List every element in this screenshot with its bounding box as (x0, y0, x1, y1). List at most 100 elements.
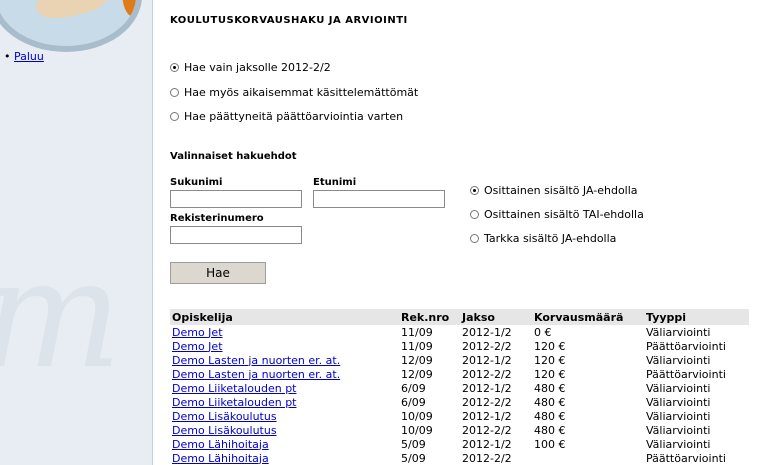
sidebar: m • Paluu (0, 0, 153, 465)
student-cell: Demo Jet (170, 325, 399, 339)
student-link[interactable]: Demo Lisäkoulutus (172, 424, 277, 437)
table-cell: 2012-1/2 (462, 325, 512, 339)
table-cell: 120 € (534, 339, 566, 353)
table-cell: Päättöarviointi (646, 451, 726, 465)
back-nav: • Paluu (4, 50, 44, 63)
table-cell: 2012-1/2 (462, 353, 512, 367)
student-link[interactable]: Demo Liiketalouden pt (172, 396, 297, 409)
student-link[interactable]: Demo Lisäkoulutus (172, 410, 277, 423)
table-row: Demo Lasten ja nuorten er. at. 12/09 2012-… (170, 367, 749, 381)
student-cell: Demo Jet (170, 339, 399, 353)
table-row: Demo Jet 11/09 2012-2/2 120 € Päättöarvioint… (170, 339, 749, 353)
table-cell: 480 € (534, 381, 566, 395)
table-cell: 0 € (534, 325, 552, 339)
bullet-icon: • (4, 50, 11, 63)
student-cell: Demo Lähihoitaja (170, 437, 399, 451)
logo-accent (122, 0, 136, 16)
table-row: Demo Liiketalouden pt 6/09 2012-1/2 480 € Vä… (170, 381, 749, 395)
table-cell: Väliarviointi (646, 353, 711, 367)
student-cell: Demo Lisäkoulutus (170, 409, 399, 423)
table-cell: Päättöarviointi (646, 339, 726, 353)
table-cell: 12/09 (401, 367, 433, 381)
table-cell: 11/09 (401, 339, 433, 353)
student-link[interactable]: Demo Liiketalouden pt (172, 382, 297, 395)
table-cell: 120 € (534, 353, 566, 367)
table-cell: 2012-2/2 (462, 451, 512, 465)
table-cell: 2012-2/2 (462, 367, 512, 381)
table-row: Demo Jet 11/09 2012-1/2 0 € Väliarviointi (170, 325, 749, 339)
match-option-2[interactable]: Osittainen sisältö TAI-ehdolla (470, 208, 644, 221)
search-mode-option-2[interactable]: Hae myös aikaisemmat käsittelemättömät (170, 86, 418, 99)
table-cell: 11/09 (401, 325, 433, 339)
radio-icon[interactable] (170, 63, 179, 72)
table-cell: 10/09 (401, 409, 433, 423)
filters-heading: Valinnaiset hakuehdot (170, 151, 297, 162)
table-cell: 2012-2/2 (462, 423, 512, 437)
search-mode-option-1[interactable]: Hae vain jaksolle 2012-2/2 (170, 61, 331, 74)
table-cell: Väliarviointi (646, 395, 711, 409)
student-link[interactable]: Demo Jet (172, 326, 223, 339)
student-cell: Demo Lisäkoulutus (170, 423, 399, 437)
table-cell: 6/09 (401, 395, 426, 409)
student-link[interactable]: Demo Jet (172, 340, 223, 353)
column-header: Jakso (460, 309, 532, 325)
table-header-row: Opiskelija Rek.nro Jakso Korvausmäärä Ty… (170, 309, 749, 325)
table-cell: Väliarviointi (646, 423, 711, 437)
regnum-label: Rekisterinumero (170, 213, 264, 224)
lastname-label: Sukunimi (170, 177, 223, 188)
page-title: KOULUTUSKORVAUSHAKU JA ARVIOINTI (170, 15, 408, 26)
table-cell: Väliarviointi (646, 437, 711, 451)
student-cell: Demo Lasten ja nuorten er. at. (170, 367, 399, 381)
logo-hand-image (33, 0, 109, 25)
table-cell: Päättöarviointi (646, 367, 726, 381)
lastname-input[interactable] (170, 190, 302, 208)
radio-icon[interactable] (170, 112, 179, 121)
sidebar-watermark: m (0, 240, 130, 465)
match-option-3[interactable]: Tarkka sisältö JA-ehdolla (470, 232, 616, 245)
radio-icon[interactable] (470, 234, 479, 243)
match-option-1[interactable]: Osittainen sisältö JA-ehdolla (470, 184, 638, 197)
student-link[interactable]: Demo Lähihoitaja (172, 438, 269, 451)
radio-icon[interactable] (170, 88, 179, 97)
table-row: Demo Lasten ja nuorten er. at. 12/09 2012-… (170, 353, 749, 367)
student-link[interactable]: Demo Lasten ja nuorten er. at. (172, 354, 340, 367)
table-cell: 2012-1/2 (462, 409, 512, 423)
regnum-input[interactable] (170, 226, 302, 244)
table-cell: 2012-1/2 (462, 381, 512, 395)
results-table: Opiskelija Rek.nro Jakso Korvausmäärä Ty… (170, 309, 749, 465)
firstname-input[interactable] (313, 190, 445, 208)
search-button[interactable]: Hae (170, 262, 266, 284)
radio-icon[interactable] (470, 186, 479, 195)
table-cell: 6/09 (401, 381, 426, 395)
table-cell: 2012-2/2 (462, 395, 512, 409)
table-cell: 10/09 (401, 423, 433, 437)
logo (0, 0, 142, 52)
student-cell: Demo Lähihoitaja (170, 451, 399, 465)
table-cell: 480 € (534, 409, 566, 423)
column-header: Korvausmäärä (532, 309, 644, 325)
column-header: Tyyppi (644, 309, 749, 325)
table-cell: 2012-2/2 (462, 339, 512, 353)
table-cell: 2012-1/2 (462, 437, 512, 451)
table-cell: 480 € (534, 423, 566, 437)
student-link[interactable]: Demo Lasten ja nuorten er. at. (172, 368, 340, 381)
table-cell: 480 € (534, 395, 566, 409)
table-row: Demo Lähihoitaja 5/09 2012-1/2 100 € Väliarv… (170, 437, 749, 451)
table-cell: 120 € (534, 367, 566, 381)
radio-icon[interactable] (470, 210, 479, 219)
search-mode-option-3[interactable]: Hae päättyneitä päättöarviointia varten (170, 110, 403, 123)
table-cell: 5/09 (401, 451, 426, 465)
back-link[interactable]: Paluu (14, 50, 44, 63)
table-row: Demo Lähihoitaja 5/09 2012-2/2 Päättöarvioi… (170, 451, 749, 465)
table-cell: Väliarviointi (646, 381, 711, 395)
results-body: Demo Jet 11/09 2012-1/2 0 € Väliarviointi Dem… (170, 325, 749, 465)
student-link[interactable]: Demo Lähihoitaja (172, 452, 269, 465)
table-cell: 12/09 (401, 353, 433, 367)
table-row: Demo Lisäkoulutus 10/09 2012-1/2 480 € Välia… (170, 409, 749, 423)
table-cell: 100 € (534, 437, 566, 451)
student-cell: Demo Lasten ja nuorten er. at. (170, 353, 399, 367)
table-cell (532, 451, 644, 465)
student-cell: Demo Liiketalouden pt (170, 381, 399, 395)
table-cell: Väliarviointi (646, 325, 711, 339)
table-row: Demo Lisäkoulutus 10/09 2012-2/2 480 € Välia… (170, 423, 749, 437)
